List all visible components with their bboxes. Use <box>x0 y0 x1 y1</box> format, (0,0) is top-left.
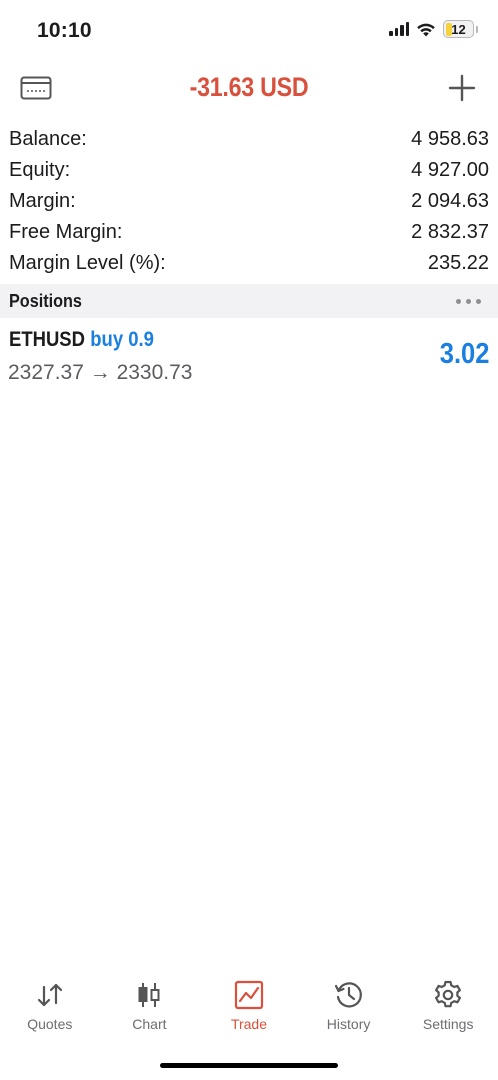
tab-quotes[interactable]: Quotes <box>0 972 100 1042</box>
positions-title: Positions <box>9 290 82 311</box>
summary-value: 4 927.00 <box>411 159 489 181</box>
status-bar: 10:10 12 <box>0 0 498 60</box>
summary-row-balance: Balance: 4 958.63 <box>0 124 498 155</box>
candlestick-icon <box>138 983 160 1007</box>
summary-label: Free Margin: <box>9 221 123 243</box>
summary-row-equity: Equity: 4 927.00 <box>0 155 498 186</box>
trade-screen: 10:10 12 -31.63 USD Balance: 4 958.63 Eq… <box>0 0 498 1080</box>
summary-label: Margin Level (%): <box>9 252 166 274</box>
summary-value: 235.22 <box>427 252 489 274</box>
tab-bar: Quotes Chart Trade History Settings <box>0 972 498 1042</box>
summary-value: 2 094.63 <box>411 190 489 212</box>
tab-label: Trade <box>230 1016 268 1032</box>
summary-label: Balance: <box>9 128 87 150</box>
history-clock-icon <box>334 982 362 1008</box>
battery-level: 12 <box>451 21 466 37</box>
trade-chart-icon <box>234 980 264 1010</box>
tab-history[interactable]: History <box>299 972 399 1042</box>
summary-label: Margin: <box>9 190 76 212</box>
position-prices: 2327.37 → 2330.73 <box>8 361 193 384</box>
summary-row-margin: Margin: 2 094.63 <box>0 186 498 217</box>
tab-label: Chart <box>132 1016 167 1032</box>
more-options-icon[interactable] <box>456 298 481 304</box>
position-symbol: ETHUSD <box>9 328 85 351</box>
plus-icon[interactable] <box>448 74 476 102</box>
position-profit: 3.02 <box>439 338 489 370</box>
battery-icon: 12 <box>443 20 474 38</box>
tab-chart[interactable]: Chart <box>100 972 200 1042</box>
home-indicator[interactable] <box>160 1063 338 1068</box>
status-time: 10:10 <box>37 19 92 42</box>
summary-value: 2 832.37 <box>411 221 489 243</box>
quotes-arrows-icon <box>37 983 62 1007</box>
summary-row-margin-level: Margin Level (%): 235.22 <box>0 248 498 279</box>
position-side: buy 0.9 <box>90 328 154 351</box>
account-summary: Balance: 4 958.63 Equity: 4 927.00 Margi… <box>0 124 498 279</box>
summary-row-free-margin: Free Margin: 2 832.37 <box>0 217 498 248</box>
summary-value: 4 958.63 <box>411 128 489 150</box>
status-icons: 12 <box>389 20 478 38</box>
wifi-icon <box>417 23 435 36</box>
floating-pl-title: -31.63 USD <box>189 72 309 102</box>
summary-label: Equity: <box>9 159 71 181</box>
tab-settings[interactable]: Settings <box>398 972 498 1042</box>
positions-section-header: Positions <box>0 284 498 318</box>
cellular-signal-icon <box>389 22 409 36</box>
tab-label: Settings <box>422 1016 474 1032</box>
header: -31.63 USD <box>0 64 498 112</box>
tab-label: Quotes <box>27 1016 73 1032</box>
position-row[interactable]: ETHUSD buy 0.9 2327.37 → 2330.73 3.02 <box>0 326 498 392</box>
tab-label: History <box>326 1016 371 1032</box>
tab-trade[interactable]: Trade <box>199 972 299 1042</box>
gear-icon <box>435 980 462 1008</box>
position-header: ETHUSD buy 0.9 <box>9 328 154 352</box>
